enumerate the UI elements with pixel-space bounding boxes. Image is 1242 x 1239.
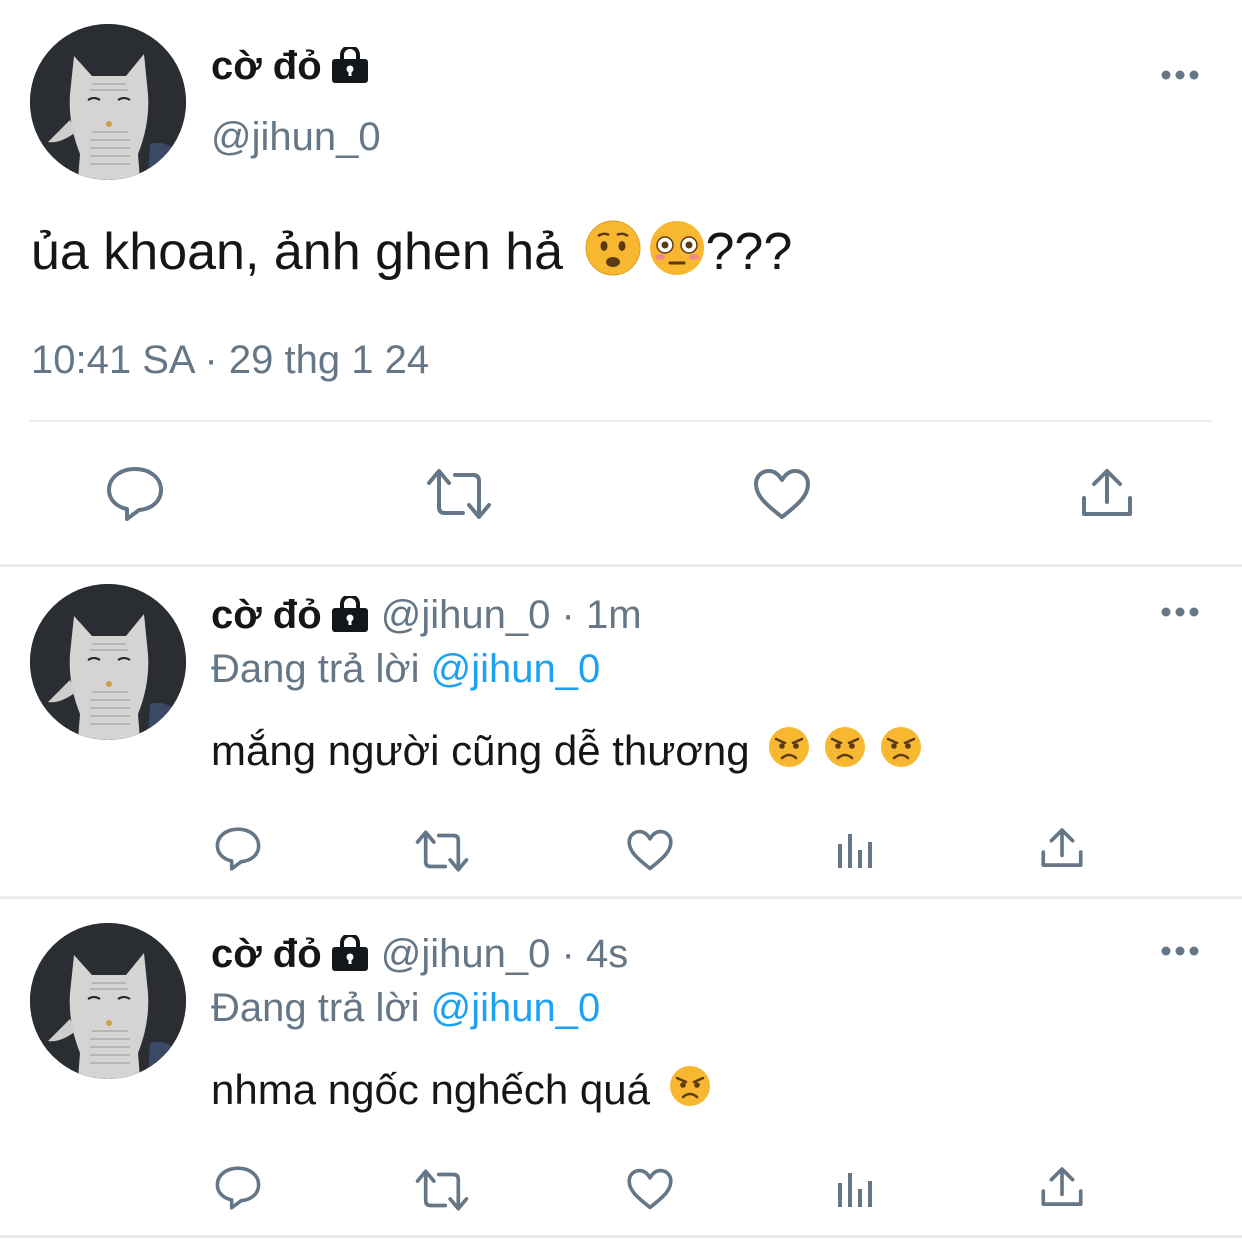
- like-icon[interactable]: [626, 828, 674, 872]
- tweet-text: ủa khoan, ảnh ghen hả ???: [31, 219, 792, 292]
- like-icon[interactable]: [626, 1167, 674, 1211]
- like-icon[interactable]: [752, 467, 812, 521]
- avatar[interactable]: [30, 584, 186, 740]
- avatar[interactable]: [30, 923, 186, 1079]
- tweet-text-body: ủa khoan, ảnh ghen hả: [31, 223, 564, 282]
- reply-text-body: mắng người cũng dễ thương: [211, 727, 750, 774]
- mention-link[interactable]: @jihun_0: [431, 647, 601, 691]
- replying-to: Đang trả lời @jihun_0: [211, 643, 600, 695]
- replying-label: Đang trả lời: [211, 647, 420, 691]
- worried-face-emoji: [584, 219, 642, 292]
- share-icon[interactable]: [1080, 466, 1134, 520]
- analytics-icon[interactable]: [836, 1169, 878, 1209]
- handle-time[interactable]: @jihun_0 · 4s: [381, 932, 628, 976]
- retweet-icon[interactable]: [425, 467, 493, 521]
- tweet-text-suffix: ???: [705, 223, 793, 282]
- lock-icon: [330, 932, 370, 984]
- tweet-timestamp[interactable]: 10:41 SA · 29 thg 1 24: [31, 334, 429, 386]
- avatar[interactable]: [30, 24, 186, 180]
- lock-icon: [330, 593, 370, 645]
- flushed-face-emoji: [648, 219, 706, 292]
- display-name-text[interactable]: cờ đỏ: [211, 44, 322, 88]
- display-name[interactable]: cờ đỏ: [211, 40, 370, 96]
- display-name[interactable]: cờ đỏ: [211, 932, 322, 976]
- angry-face-emoji: [879, 725, 923, 782]
- handle[interactable]: @jihun_0: [211, 111, 381, 163]
- more-options-icon[interactable]: [1160, 68, 1200, 82]
- reply-text: nhma ngốc nghếch quá: [211, 1063, 712, 1121]
- handle-time[interactable]: @jihun_0 · 1m: [381, 593, 642, 637]
- analytics-icon[interactable]: [836, 830, 878, 870]
- more-options-icon[interactable]: [1160, 944, 1200, 958]
- avatar-cat-image: [30, 584, 186, 740]
- reply-text-body: nhma ngốc nghếch quá: [211, 1066, 651, 1113]
- divider: [0, 896, 1242, 899]
- reply-icon[interactable]: [214, 826, 262, 872]
- avatar-cat-image: [30, 923, 186, 1079]
- divider: [30, 420, 1212, 422]
- reply-header: cờ đỏ @jihun_0 · 1m: [211, 589, 642, 645]
- divider: [0, 1235, 1242, 1238]
- share-icon[interactable]: [1040, 826, 1084, 870]
- reply-header: cờ đỏ @jihun_0 · 4s: [211, 928, 628, 984]
- reply-text: mắng người cũng dễ thương: [211, 724, 923, 782]
- avatar-cat-image: [30, 24, 186, 180]
- retweet-icon[interactable]: [414, 1168, 470, 1212]
- lock-icon: [330, 44, 370, 96]
- angry-face-emoji: [668, 1064, 712, 1121]
- angry-face-emoji: [767, 725, 811, 782]
- display-name[interactable]: cờ đỏ: [211, 593, 322, 637]
- divider: [0, 564, 1242, 567]
- reply-icon[interactable]: [105, 465, 165, 523]
- retweet-icon[interactable]: [414, 829, 470, 873]
- share-icon[interactable]: [1040, 1165, 1084, 1209]
- more-options-icon[interactable]: [1160, 605, 1200, 619]
- mention-link[interactable]: @jihun_0: [431, 986, 601, 1030]
- replying-label: Đang trả lời: [211, 986, 420, 1030]
- replying-to: Đang trả lời @jihun_0: [211, 982, 600, 1034]
- reply-icon[interactable]: [214, 1165, 262, 1211]
- angry-face-emoji: [823, 725, 867, 782]
